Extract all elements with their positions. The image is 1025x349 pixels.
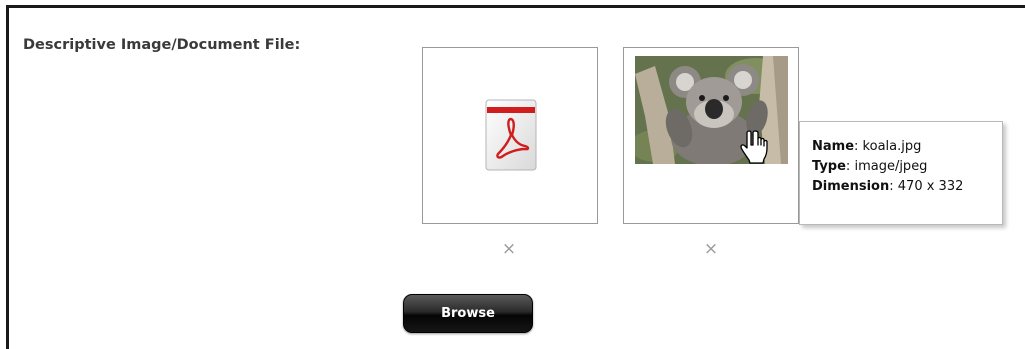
remove-file-icon-2[interactable]: ×: [699, 237, 723, 261]
file-tile-pdf[interactable]: [422, 47, 598, 224]
tooltip-type-value: image/jpeg: [854, 159, 928, 174]
tooltip-dimension-value: 470 x 332: [897, 179, 964, 194]
tooltip-dimension-row: Dimension: 470 x 332: [812, 177, 1002, 197]
tooltip-name-value: koala.jpg: [862, 139, 922, 154]
field-label: Descriptive Image/Document File:: [23, 37, 301, 53]
browse-button[interactable]: Browse: [403, 294, 533, 333]
tooltip-type-row: Type: image/jpeg: [812, 157, 1002, 177]
frame-top-border: [6, 5, 1025, 8]
pdf-file-icon: [485, 99, 537, 171]
tooltip-name-row: Name: koala.jpg: [812, 137, 1002, 157]
tooltip-separator: :: [889, 179, 894, 194]
frame-left-border: [6, 5, 9, 349]
file-tile-image[interactable]: [623, 47, 799, 224]
tooltip-separator: :: [845, 159, 851, 174]
remove-file-icon-1[interactable]: ×: [497, 237, 521, 261]
file-info-tooltip: Name: koala.jpg Type: image/jpeg Dimensi…: [799, 121, 1003, 225]
tooltip-type-label: Type: [812, 159, 846, 174]
tooltip-separator: :: [854, 139, 859, 154]
koala-image-thumbnail: [635, 56, 788, 164]
tooltip-name-label: Name: [812, 139, 855, 154]
tooltip-dimension-label: Dimension: [812, 179, 890, 194]
